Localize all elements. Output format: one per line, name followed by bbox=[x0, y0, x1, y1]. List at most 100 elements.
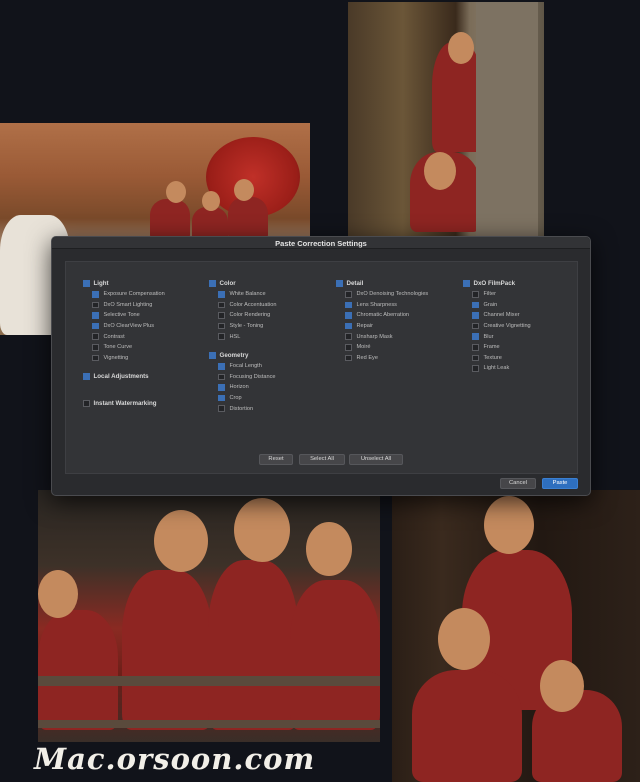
option-checkbox[interactable] bbox=[345, 344, 352, 351]
option-checkbox[interactable] bbox=[345, 301, 352, 309]
option-horizon[interactable]: Horizon bbox=[218, 382, 276, 393]
option-checkbox[interactable] bbox=[345, 322, 352, 330]
option-style-toning[interactable]: Style - Toning bbox=[218, 321, 276, 332]
option-checkbox[interactable] bbox=[345, 291, 352, 298]
option-label: DxO ClearView Plus bbox=[103, 323, 155, 330]
option-distortion[interactable]: Distortion bbox=[218, 403, 276, 414]
dialog-title: Paste Correction Settings bbox=[275, 239, 367, 248]
paste-button[interactable]: Paste bbox=[542, 478, 578, 489]
option-label: Grain bbox=[483, 301, 498, 308]
option-red-eye[interactable]: Red Eye bbox=[345, 353, 428, 364]
option-checkbox[interactable] bbox=[218, 291, 225, 298]
option-color-rendering[interactable]: Color Rendering bbox=[218, 310, 276, 321]
option-label: DxO Smart Lighting bbox=[103, 301, 153, 308]
option-label: Filter bbox=[483, 291, 496, 298]
option-blur[interactable]: Blur bbox=[472, 331, 531, 342]
option-checkbox[interactable] bbox=[345, 333, 352, 340]
option-checkbox[interactable] bbox=[218, 373, 225, 381]
option-checkbox[interactable] bbox=[472, 354, 479, 362]
reset-button[interactable]: Reset bbox=[259, 454, 293, 465]
category-dxo-filmpack[interactable]: DxO FilmPack bbox=[463, 278, 531, 289]
option-checkbox[interactable] bbox=[92, 354, 99, 362]
option-moir[interactable]: Moiré bbox=[345, 342, 428, 353]
cancel-button[interactable]: Cancel bbox=[500, 478, 536, 489]
option-checkbox[interactable] bbox=[218, 394, 225, 402]
category-label: Local Adjustments bbox=[93, 373, 149, 381]
option-checkbox[interactable] bbox=[218, 405, 225, 412]
category-checkbox[interactable] bbox=[463, 280, 470, 287]
option-checkbox[interactable] bbox=[345, 354, 352, 362]
option-filter[interactable]: Filter bbox=[472, 289, 531, 300]
option-contrast[interactable]: Contrast bbox=[92, 331, 165, 342]
category-detail[interactable]: Detail bbox=[336, 278, 428, 289]
category-label: Detail bbox=[346, 280, 364, 287]
option-light-leak[interactable]: Light Leak bbox=[472, 363, 531, 374]
option-label: Focal Length bbox=[229, 363, 262, 370]
category-checkbox[interactable] bbox=[209, 352, 216, 359]
option-checkbox[interactable] bbox=[92, 291, 99, 298]
option-checkbox[interactable] bbox=[218, 322, 225, 330]
option-unsharp-mask[interactable]: Unsharp Mask bbox=[345, 331, 428, 342]
option-checkbox[interactable] bbox=[472, 301, 479, 309]
category-checkbox[interactable] bbox=[336, 280, 343, 287]
correction-options-panel: Light Exposure Compensation DxO Smart Ligh… bbox=[65, 261, 578, 474]
option-checkbox[interactable] bbox=[92, 322, 99, 330]
option-selective-tone[interactable]: Selective Tone bbox=[92, 310, 165, 321]
option-checkbox[interactable] bbox=[218, 312, 225, 319]
column-color: Color White Balance Color Accentuation Colo… bbox=[209, 278, 276, 414]
option-frame[interactable]: Frame bbox=[472, 342, 531, 353]
category-color[interactable]: Color bbox=[209, 278, 276, 289]
option-checkbox[interactable] bbox=[92, 344, 99, 351]
option-hsl[interactable]: HSL bbox=[218, 331, 276, 342]
option-checkbox[interactable] bbox=[472, 322, 479, 330]
option-checkbox[interactable] bbox=[92, 333, 99, 340]
option-checkbox[interactable] bbox=[472, 291, 479, 298]
category-light[interactable]: Light bbox=[83, 278, 165, 289]
option-checkbox[interactable] bbox=[218, 301, 225, 309]
option-lens-sharpness[interactable]: Lens Sharpness bbox=[345, 300, 428, 311]
option-texture[interactable]: Texture bbox=[472, 353, 531, 364]
option-tone-curve[interactable]: Tone Curve bbox=[92, 342, 165, 353]
option-color-accentuation[interactable]: Color Accentuation bbox=[218, 300, 276, 311]
option-repair[interactable]: Repair bbox=[345, 321, 428, 332]
category-checkbox[interactable] bbox=[83, 400, 90, 407]
option-checkbox[interactable] bbox=[92, 301, 99, 309]
option-label: Creative Vignetting bbox=[483, 323, 531, 330]
option-checkbox[interactable] bbox=[218, 333, 225, 340]
option-checkbox[interactable] bbox=[218, 384, 225, 391]
option-dxo-clearview-plus[interactable]: DxO ClearView Plus bbox=[92, 321, 165, 332]
option-creative-vignetting[interactable]: Creative Vignetting bbox=[472, 321, 531, 332]
option-channel-mixer[interactable]: Channel Mixer bbox=[472, 310, 531, 321]
option-checkbox[interactable] bbox=[92, 312, 99, 319]
option-label: Moiré bbox=[356, 344, 371, 351]
column-filmpack: DxO FilmPack Filter Grain Channel Mixer Crea… bbox=[463, 278, 531, 374]
category-local-adjustments[interactable]: Local Adjustments bbox=[83, 371, 165, 382]
option-label: Lens Sharpness bbox=[356, 301, 397, 308]
unselect-all-button[interactable]: Unselect All bbox=[349, 454, 403, 465]
category-checkbox[interactable] bbox=[83, 373, 90, 380]
option-vignetting[interactable]: Vignetting bbox=[92, 353, 165, 364]
option-checkbox[interactable] bbox=[345, 312, 352, 319]
category-instant-watermarking[interactable]: Instant Watermarking bbox=[83, 398, 165, 409]
option-focal-length[interactable]: Focal Length bbox=[218, 361, 276, 372]
option-label: Horizon bbox=[229, 384, 249, 391]
category-checkbox[interactable] bbox=[209, 280, 216, 287]
option-crop[interactable]: Crop bbox=[218, 393, 276, 404]
option-chromatic-aberration[interactable]: Chromatic Aberration bbox=[345, 310, 428, 321]
option-label: Frame bbox=[483, 344, 500, 351]
category-geometry[interactable]: Geometry bbox=[209, 350, 276, 361]
option-focusing-distance[interactable]: Focusing Distance bbox=[218, 372, 276, 383]
option-dxo-smart-lighting[interactable]: DxO Smart Lighting bbox=[92, 300, 165, 311]
option-dxo-denoising-technologies[interactable]: DxO Denoising Technologies bbox=[345, 289, 428, 300]
option-checkbox[interactable] bbox=[218, 363, 225, 370]
option-checkbox[interactable] bbox=[472, 333, 479, 340]
select-all-button[interactable]: Select All bbox=[299, 454, 345, 465]
category-checkbox[interactable] bbox=[83, 280, 90, 287]
option-checkbox[interactable] bbox=[472, 344, 479, 351]
option-grain[interactable]: Grain bbox=[472, 300, 531, 311]
option-exposure-compensation[interactable]: Exposure Compensation bbox=[92, 289, 165, 300]
option-white-balance[interactable]: White Balance bbox=[218, 289, 276, 300]
option-label: Red Eye bbox=[356, 354, 378, 361]
option-checkbox[interactable] bbox=[472, 365, 479, 372]
option-checkbox[interactable] bbox=[472, 312, 479, 319]
